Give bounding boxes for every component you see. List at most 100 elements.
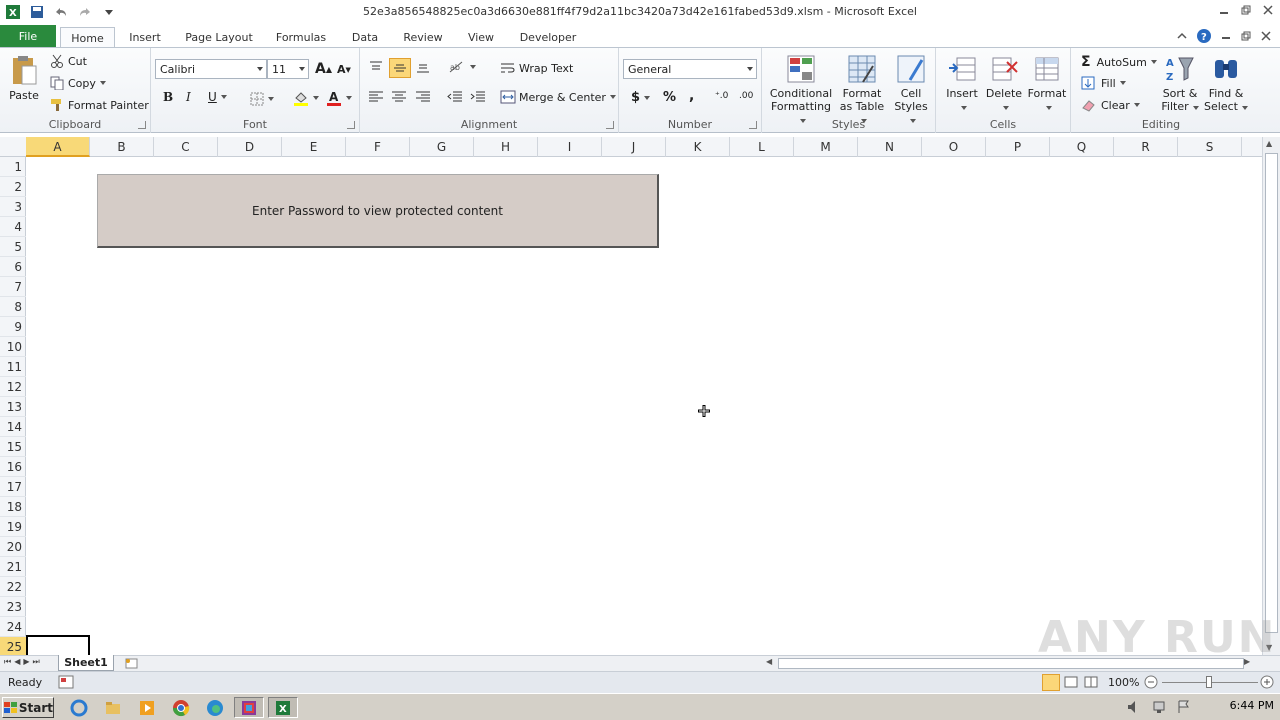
tab-review[interactable]: Review — [396, 27, 450, 48]
sort-filter-button[interactable]: AZ Sort & Filter — [1157, 54, 1203, 113]
column-header-s[interactable]: S — [1178, 137, 1242, 157]
row-header-10[interactable]: 10 — [0, 337, 26, 357]
tab-data[interactable]: Data — [344, 27, 386, 48]
column-header-r[interactable]: R — [1114, 137, 1178, 157]
column-header-n[interactable]: N — [858, 137, 922, 157]
column-header-j[interactable]: J — [602, 137, 666, 157]
clear-button[interactable]: Clear — [1081, 98, 1140, 112]
column-header-q[interactable]: Q — [1050, 137, 1114, 157]
row-header-13[interactable]: 13 — [0, 397, 26, 417]
tab-view[interactable]: View — [460, 27, 502, 48]
column-header-a[interactable]: A — [26, 137, 90, 157]
currency-icon[interactable]: $ — [631, 90, 651, 105]
row-header-7[interactable]: 7 — [0, 277, 26, 297]
column-header-k[interactable]: K — [666, 137, 730, 157]
row-header-12[interactable]: 12 — [0, 377, 26, 397]
align-center-icon[interactable] — [391, 90, 407, 104]
shrink-font-icon[interactable]: A ▼ — [337, 63, 351, 76]
tab-page-layout[interactable]: Page Layout — [178, 27, 260, 48]
column-header-g[interactable]: G — [410, 137, 474, 157]
italic-icon[interactable]: I — [186, 90, 191, 104]
column-header-i[interactable]: I — [538, 137, 602, 157]
start-button[interactable]: Start — [2, 697, 54, 718]
row-header-23[interactable]: 23 — [0, 597, 26, 617]
decrease-decimal-icon[interactable]: .00 — [739, 91, 753, 101]
normal-view-icon[interactable] — [1042, 674, 1060, 691]
orientation-icon[interactable]: ab — [448, 60, 476, 74]
wrap-text-button[interactable]: Wrap Text — [500, 61, 573, 75]
align-middle-icon[interactable] — [389, 58, 411, 78]
macro-record-icon[interactable] — [58, 675, 74, 692]
row-header-15[interactable]: 15 — [0, 437, 26, 457]
zoom-slider-thumb[interactable] — [1206, 676, 1212, 688]
merge-center-button[interactable]: Merge & Center — [500, 90, 616, 104]
action-center-flag-icon[interactable] — [1176, 699, 1192, 718]
row-header-18[interactable]: 18 — [0, 497, 26, 517]
cut-button[interactable]: Cut — [50, 54, 87, 68]
workbook-restore-icon[interactable] — [1236, 28, 1256, 44]
row-header-8[interactable]: 8 — [0, 297, 26, 317]
cell-styles-button[interactable]: Cell Styles — [890, 54, 932, 126]
increase-indent-icon[interactable] — [470, 90, 486, 104]
vertical-scrollbar[interactable]: ▲ ▼ — [1262, 137, 1280, 657]
tab-formulas[interactable]: Formulas — [268, 27, 334, 48]
comma-style-icon[interactable]: , — [689, 88, 694, 104]
column-header-f[interactable]: F — [346, 137, 410, 157]
active-cell-a25[interactable] — [26, 635, 90, 655]
increase-decimal-icon[interactable]: ⁺.0 — [715, 91, 728, 101]
column-header-c[interactable]: C — [154, 137, 218, 157]
font-color-icon[interactable]: A — [326, 90, 352, 106]
page-break-view-icon[interactable] — [1084, 676, 1098, 691]
password-prompt-button[interactable]: Enter Password to view protected content — [97, 174, 659, 248]
row-header-19[interactable]: 19 — [0, 517, 26, 537]
alignment-launcher-icon[interactable] — [606, 121, 614, 129]
column-header-d[interactable]: D — [218, 137, 282, 157]
winrar-icon[interactable] — [234, 697, 264, 718]
column-header-b[interactable]: B — [90, 137, 154, 157]
scroll-up-icon[interactable]: ▲ — [1266, 139, 1272, 148]
format-painter-button[interactable]: Format Painter — [50, 98, 149, 112]
minimize-icon[interactable] — [1214, 2, 1234, 18]
zoom-in-icon[interactable] — [1260, 675, 1274, 692]
sheet-tab-sheet1[interactable]: Sheet1 — [58, 655, 114, 671]
row-header-25[interactable]: 25 — [0, 637, 26, 657]
number-launcher-icon[interactable] — [749, 121, 757, 129]
borders-icon[interactable] — [250, 92, 274, 106]
tab-developer[interactable]: Developer — [512, 27, 584, 48]
autosum-button[interactable]: Σ AutoSum — [1081, 54, 1157, 70]
fill-button[interactable]: Fill — [1081, 76, 1126, 90]
insert-cells-button[interactable]: Insert — [942, 54, 982, 113]
tab-home[interactable]: Home — [60, 27, 115, 48]
row-header-20[interactable]: 20 — [0, 537, 26, 557]
edge-icon[interactable] — [202, 697, 228, 718]
paste-button[interactable]: Paste — [6, 54, 42, 102]
copy-button[interactable]: Copy — [50, 76, 106, 90]
taskbar-clock[interactable]: 6:44 PM — [1230, 699, 1274, 712]
row-header-4[interactable]: 4 — [0, 217, 26, 237]
row-header-1[interactable]: 1 — [0, 157, 26, 177]
column-header-e[interactable]: E — [282, 137, 346, 157]
font-size-combo[interactable]: 11 — [267, 59, 309, 79]
explorer-icon[interactable] — [100, 697, 126, 718]
zoom-out-icon[interactable] — [1144, 675, 1158, 692]
workbook-close-icon[interactable] — [1256, 28, 1276, 44]
font-name-combo[interactable]: Calibri — [155, 59, 267, 79]
close-icon[interactable] — [1258, 2, 1278, 18]
page-layout-view-icon[interactable] — [1064, 676, 1078, 691]
row-header-5[interactable]: 5 — [0, 237, 26, 257]
align-bottom-icon[interactable] — [415, 60, 431, 74]
tab-insert[interactable]: Insert — [122, 27, 168, 48]
row-header-16[interactable]: 16 — [0, 457, 26, 477]
row-header-24[interactable]: 24 — [0, 617, 26, 637]
row-header-17[interactable]: 17 — [0, 477, 26, 497]
align-top-icon[interactable] — [368, 60, 384, 74]
underline-icon[interactable]: U — [208, 90, 227, 104]
zoom-level[interactable]: 100% — [1108, 676, 1139, 689]
restore-icon[interactable] — [1236, 2, 1256, 18]
tab-file[interactable]: File — [0, 25, 56, 48]
column-header-m[interactable]: M — [794, 137, 858, 157]
volume-icon[interactable] — [1126, 699, 1142, 718]
align-right-icon[interactable] — [415, 90, 431, 104]
row-header-6[interactable]: 6 — [0, 257, 26, 277]
row-header-3[interactable]: 3 — [0, 197, 26, 217]
